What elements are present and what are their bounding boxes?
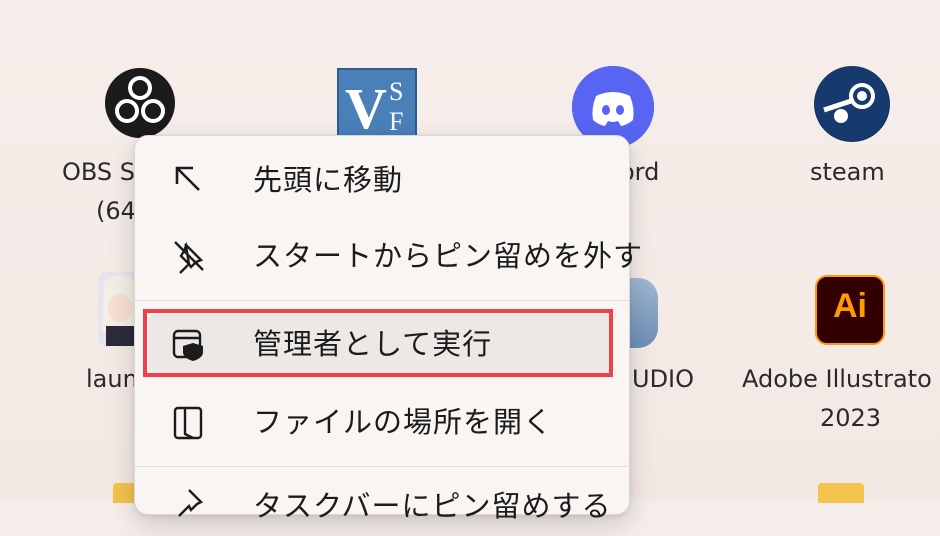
svg-text:F: F [389, 107, 403, 136]
vsf-icon[interactable]: V S F [337, 68, 417, 141]
illustrator-icon-text: Ai [833, 287, 867, 325]
menu-item-label: 管理者として実行 [253, 327, 493, 361]
open-file-location-icon [171, 404, 207, 440]
menu-item-unpin-from-start[interactable]: スタートからピン留めを外す [149, 226, 642, 286]
shield-window-icon [171, 326, 207, 362]
pin-icon [171, 488, 207, 524]
menu-item-open-file-location[interactable]: ファイルの場所を開く [149, 392, 613, 452]
illustrator-icon[interactable]: Ai [815, 275, 885, 345]
context-menu: 先頭に移動 スタートからピン留めを外す 管理者として実行 ファイルの場所を開く … [134, 135, 642, 523]
obs-icon[interactable] [105, 68, 175, 138]
obs-label-line1: OBS S [62, 158, 136, 186]
folder-icon[interactable] [818, 483, 864, 503]
obs-label-line2: (64 [96, 197, 136, 225]
illustrator-label-line2: 2023 [820, 404, 882, 432]
menu-item-run-as-administrator[interactable]: 管理者として実行 [149, 314, 613, 374]
move-to-top-arrow-icon [171, 162, 207, 198]
menu-item-label: ファイルの場所を開く [253, 405, 554, 439]
steam-icon[interactable] [814, 66, 890, 142]
menu-separator [135, 300, 629, 301]
studio-label: UDIO [632, 365, 695, 393]
menu-separator [135, 466, 629, 467]
menu-item-label: スタートからピン留めを外す [253, 239, 644, 273]
menu-item-label: 先頭に移動 [253, 163, 404, 197]
steam-label: steam [810, 158, 885, 186]
illustrator-label-line1: Adobe Illustrato [742, 365, 932, 393]
svg-text:S: S [389, 77, 403, 106]
menu-item-move-to-top[interactable]: 先頭に移動 [149, 150, 613, 210]
menu-item-label: タスクバーにピン留めする [253, 489, 612, 523]
svg-text:V: V [345, 76, 387, 136]
unpin-icon [171, 238, 207, 274]
menu-item-pin-to-taskbar[interactable]: タスクバーにピン留めする [149, 476, 613, 536]
launcher-label: laun [86, 365, 138, 393]
